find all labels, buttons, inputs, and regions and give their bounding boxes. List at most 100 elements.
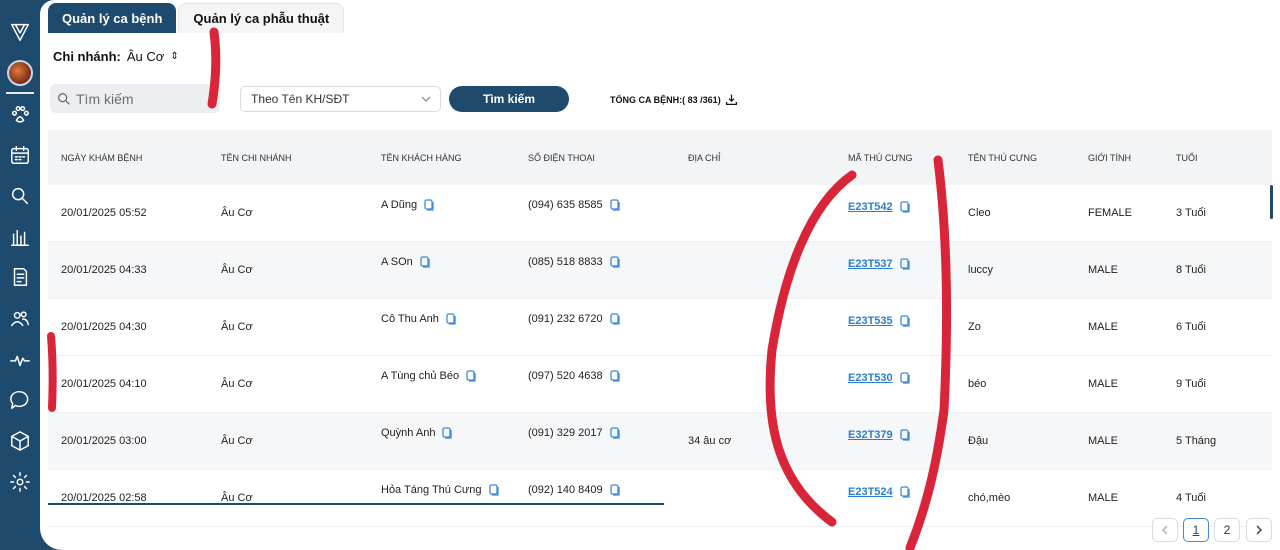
copy-icon[interactable] bbox=[609, 256, 620, 268]
table-row[interactable]: 20/01/2025 04:30 Âu Cơ Cô Thu Anh (091) 232… bbox=[48, 299, 1272, 356]
total-cases-label: TỔNG CA BỆNH:( 83 /361) bbox=[610, 94, 721, 105]
cell-address: 34 âu cơ bbox=[675, 413, 835, 469]
users-icon[interactable] bbox=[6, 305, 34, 333]
copy-icon[interactable] bbox=[609, 484, 620, 496]
bar-chart-icon[interactable] bbox=[6, 223, 34, 251]
document-icon[interactable] bbox=[6, 263, 34, 291]
copy-icon[interactable] bbox=[442, 427, 453, 439]
cell-branch: Âu Cơ bbox=[208, 413, 368, 469]
paw-icon[interactable] bbox=[6, 101, 34, 129]
cell-address bbox=[675, 470, 835, 526]
search-type-select[interactable]: Theo Tên KH/SĐT bbox=[240, 86, 441, 112]
pet-code-link[interactable]: E32T379 bbox=[848, 429, 893, 441]
customer-text: A SOn bbox=[381, 256, 413, 268]
calendar-icon[interactable] bbox=[6, 141, 34, 169]
phone-text: (091) 232 6720 bbox=[528, 313, 603, 325]
page-button-2[interactable]: 2 bbox=[1214, 518, 1240, 542]
pet-code-link[interactable]: E23T537 bbox=[848, 258, 893, 270]
cell-customer: Hỏa Táng Thú Cưng bbox=[368, 470, 515, 526]
cell-date: 20/01/2025 04:33 bbox=[48, 242, 208, 298]
chevron-right-icon bbox=[1256, 525, 1263, 535]
copy-icon[interactable] bbox=[420, 256, 430, 268]
cell-pet-name: béo bbox=[955, 356, 1075, 412]
box-icon[interactable] bbox=[6, 427, 34, 455]
copy-icon[interactable] bbox=[900, 429, 910, 441]
pet-code-link[interactable]: E23T524 bbox=[848, 486, 893, 498]
branch-text: Âu Cơ bbox=[221, 264, 253, 276]
cell-branch: Âu Cơ bbox=[208, 356, 368, 412]
search-icon bbox=[58, 92, 70, 105]
search-input[interactable] bbox=[76, 90, 216, 107]
date-text: 20/01/2025 04:33 bbox=[61, 264, 147, 276]
page-button-1[interactable]: 1 bbox=[1183, 518, 1209, 542]
pet-code-link[interactable]: E23T535 bbox=[848, 315, 893, 327]
cell-address bbox=[675, 299, 835, 355]
table-row[interactable]: 20/01/2025 03:00 Âu Cơ Quỳnh Anh (091) 329 … bbox=[48, 413, 1272, 470]
header-age: TUỔI bbox=[1176, 152, 1198, 163]
cell-pet-name: chó,mèo bbox=[955, 470, 1075, 526]
pulse-icon[interactable] bbox=[6, 346, 34, 374]
copy-icon[interactable] bbox=[900, 486, 910, 498]
header-pet-code: MÃ THÚ CƯNG bbox=[848, 152, 913, 163]
phone-text: (094) 635 8585 bbox=[528, 199, 603, 211]
tab-surgery-management[interactable]: Quản lý ca phẫu thuật bbox=[178, 3, 345, 33]
cell-pet-code: E23T530 bbox=[835, 356, 955, 412]
avatar[interactable] bbox=[7, 60, 33, 86]
copy-icon[interactable] bbox=[900, 258, 910, 270]
cell-phone: (094) 635 8585 bbox=[515, 185, 675, 241]
download-icon[interactable] bbox=[725, 93, 738, 106]
copy-icon[interactable] bbox=[609, 199, 620, 211]
pet-name-text: Cleo bbox=[968, 207, 991, 219]
table-row[interactable]: 20/01/2025 05:52 Âu Cơ A Dũng (094) 635 858… bbox=[48, 185, 1272, 242]
customer-text: Cô Thu Anh bbox=[381, 313, 439, 325]
scrollbar[interactable] bbox=[1270, 185, 1273, 219]
cases-table: NGÀY KHÁM BỆNH TÊN CHI NHÁNH TÊN KHÁCH H… bbox=[48, 130, 1272, 527]
copy-icon[interactable] bbox=[900, 315, 910, 327]
copy-icon[interactable] bbox=[466, 370, 476, 382]
cell-age: 5 Tháng bbox=[1163, 413, 1272, 469]
sidebar bbox=[0, 0, 40, 550]
cell-gender: MALE bbox=[1075, 242, 1163, 298]
phone-text: (091) 329 2017 bbox=[528, 427, 603, 439]
gear-icon[interactable] bbox=[6, 468, 34, 496]
customer-text: A Dũng bbox=[381, 199, 418, 211]
customer-text: A Tùng chủ Béo bbox=[381, 370, 460, 382]
search-field[interactable] bbox=[50, 84, 220, 113]
age-text: 3 Tuổi bbox=[1176, 207, 1206, 219]
age-text: 9 Tuổi bbox=[1176, 378, 1206, 390]
table-row[interactable]: 20/01/2025 04:33 Âu Cơ A SOn (085) 518 8833… bbox=[48, 242, 1272, 299]
pet-name-text: Zo bbox=[968, 321, 981, 333]
main-panel: Quản lý ca bệnh Quản lý ca phẫu thuật Ch… bbox=[40, 0, 1280, 550]
chat-icon[interactable] bbox=[6, 386, 34, 414]
cell-pet-name: Đậu bbox=[955, 413, 1075, 469]
copy-icon[interactable] bbox=[609, 370, 620, 382]
branch-selector[interactable]: Chi nhánh: Âu Cơ ⇕ bbox=[53, 49, 179, 64]
cell-customer: A SOn bbox=[368, 242, 515, 298]
table-row[interactable]: 20/01/2025 02:58 Âu Cơ Hỏa Táng Thú Cưng (0… bbox=[48, 470, 1272, 527]
cell-pet-code: E32T379 bbox=[835, 413, 955, 469]
pet-code-link[interactable]: E23T530 bbox=[848, 372, 893, 384]
branch-text: Âu Cơ bbox=[221, 207, 253, 219]
search-button[interactable]: Tìm kiếm bbox=[449, 86, 569, 112]
tab-bar: Quản lý ca bệnh Quản lý ca phẫu thuật bbox=[48, 3, 345, 33]
logo-icon[interactable] bbox=[6, 18, 34, 46]
copy-icon[interactable] bbox=[609, 313, 620, 325]
prev-page-button[interactable] bbox=[1152, 518, 1178, 542]
copy-icon[interactable] bbox=[446, 313, 456, 325]
cell-address bbox=[675, 356, 835, 412]
cell-address bbox=[675, 242, 835, 298]
gender-text: MALE bbox=[1088, 264, 1118, 276]
copy-icon[interactable] bbox=[609, 427, 620, 439]
copy-icon[interactable] bbox=[900, 372, 910, 384]
cell-phone: (091) 232 6720 bbox=[515, 299, 675, 355]
search-icon[interactable] bbox=[6, 182, 34, 210]
header-pet-name: TÊN THÚ CƯNG bbox=[968, 152, 1038, 163]
tab-case-management[interactable]: Quản lý ca bệnh bbox=[48, 3, 177, 33]
table-row[interactable]: 20/01/2025 04:10 Âu Cơ A Tùng chủ Béo (097)… bbox=[48, 356, 1272, 413]
copy-icon[interactable] bbox=[488, 484, 499, 496]
next-page-button[interactable] bbox=[1246, 518, 1272, 542]
pet-code-link[interactable]: E23T542 bbox=[848, 201, 893, 213]
copy-icon[interactable] bbox=[900, 201, 910, 213]
copy-icon[interactable] bbox=[424, 199, 434, 211]
address-text: 34 âu cơ bbox=[688, 435, 732, 447]
